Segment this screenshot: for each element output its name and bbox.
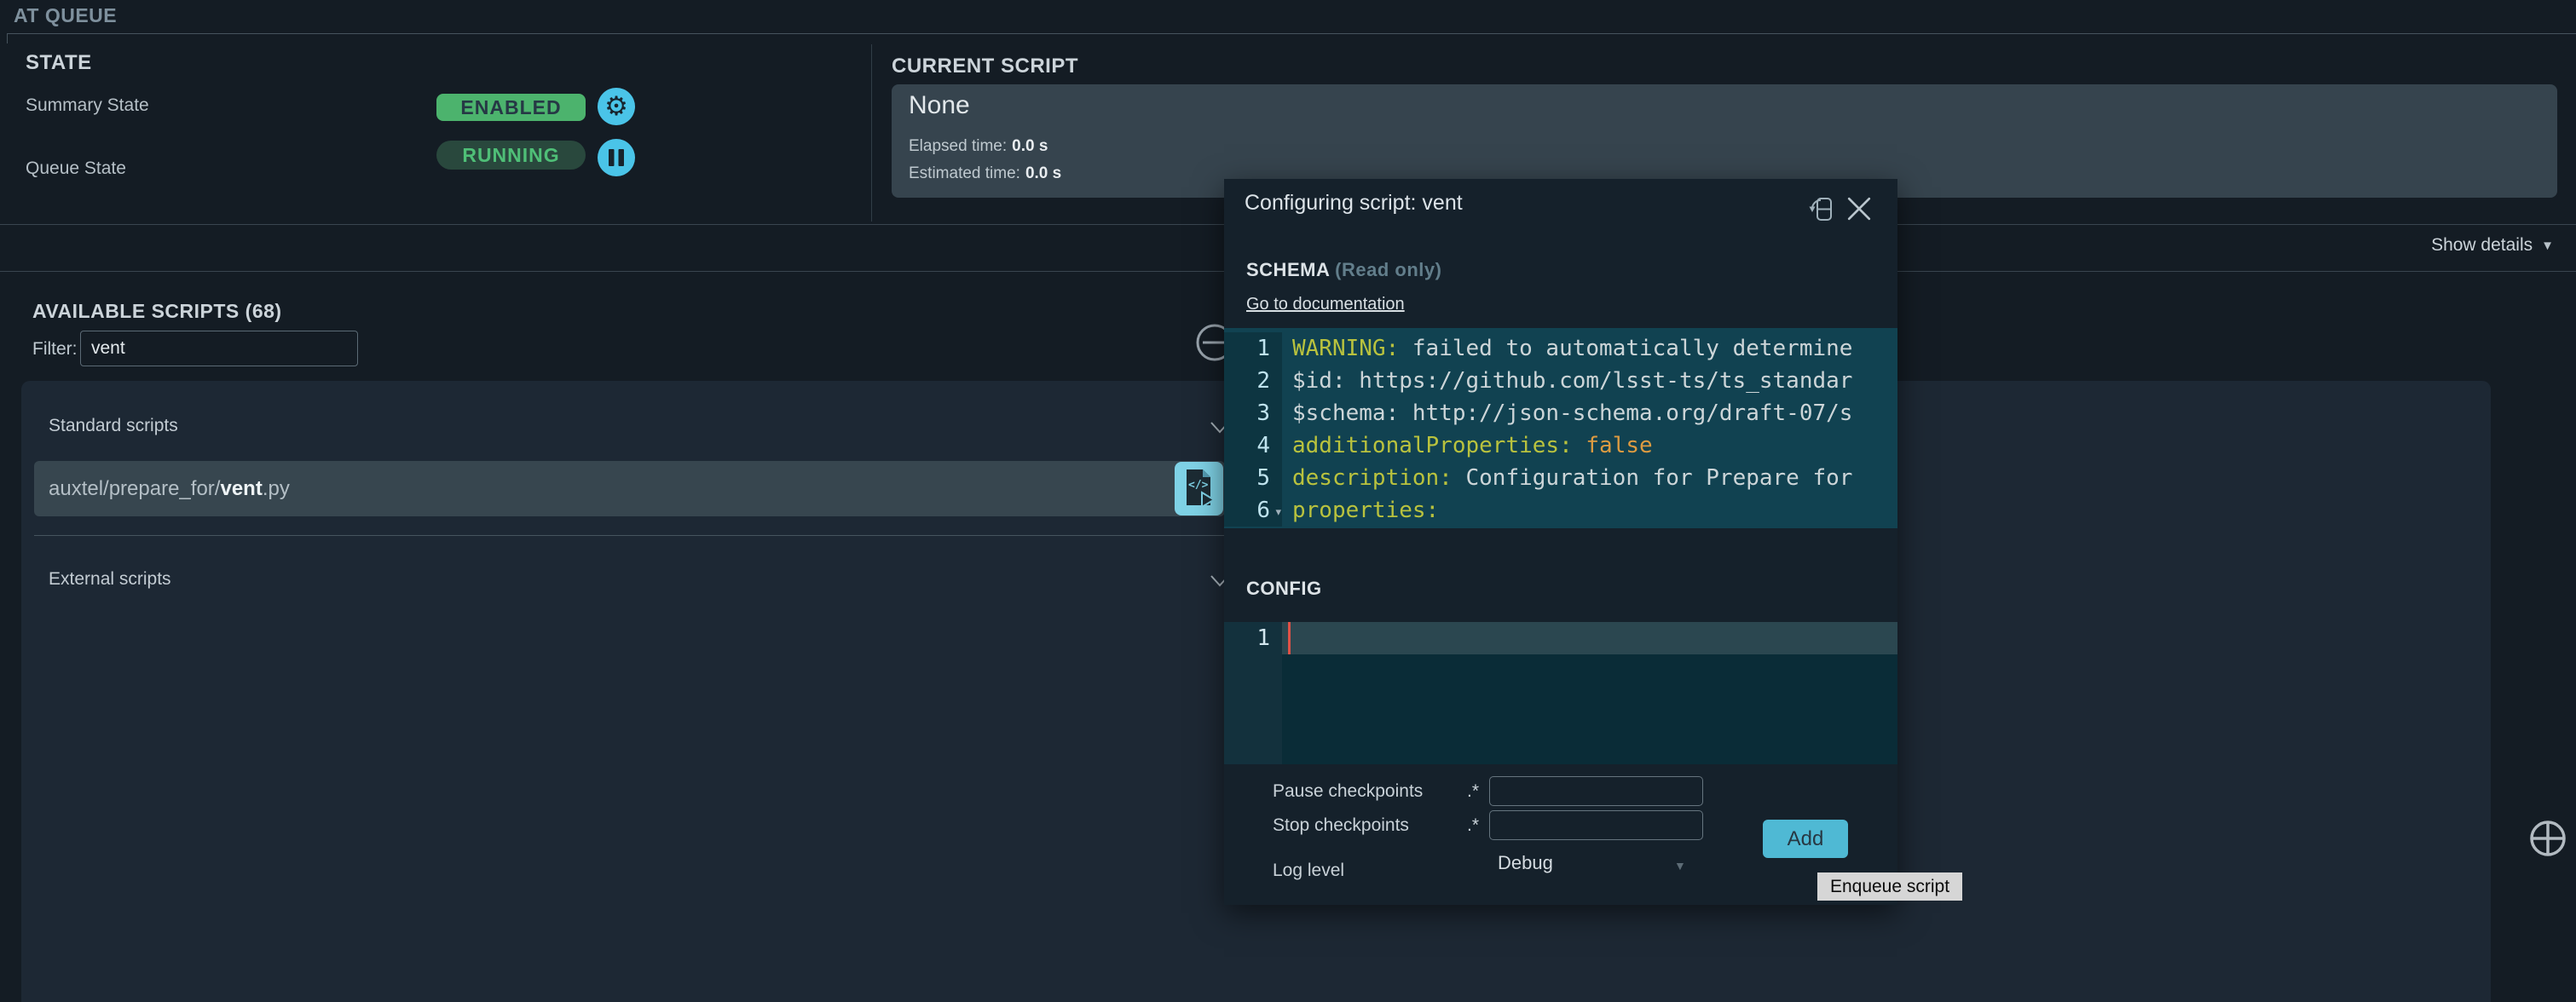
schema-heading: SCHEMA (Read only) bbox=[1246, 259, 1441, 281]
header-rule-corner bbox=[7, 33, 8, 43]
modal-title: Configuring script: vent bbox=[1245, 191, 1463, 216]
summary-state-settings-button[interactable]: ⚙ bbox=[598, 88, 635, 125]
header-rule bbox=[7, 33, 2576, 34]
text-cursor bbox=[1288, 622, 1291, 654]
show-details-toggle[interactable]: Show details ▼ bbox=[2431, 235, 2554, 256]
estimated-time-value: 0.0 s bbox=[1025, 164, 1061, 182]
standard-scripts-header[interactable]: Standard scripts bbox=[49, 416, 178, 436]
elapsed-time-value: 0.0 s bbox=[1012, 137, 1048, 155]
schema-code-line: 4additionalProperties: false bbox=[1224, 429, 1897, 462]
chevron-down-icon: ▼ bbox=[2541, 239, 2554, 253]
filter-label: Filter: bbox=[32, 339, 78, 360]
gear-icon: ⚙ bbox=[604, 94, 628, 120]
svg-text:</>: </> bbox=[1188, 479, 1209, 492]
current-script-heading: CURRENT SCRIPT bbox=[892, 55, 1078, 78]
log-level-label: Log level bbox=[1273, 856, 1344, 885]
schema-code-line: 5description: Configuration for Prepare … bbox=[1224, 462, 1897, 494]
state-heading: STATE bbox=[26, 51, 92, 75]
summary-state-badge: ENABLED bbox=[436, 94, 586, 121]
current-script-name: None bbox=[909, 91, 970, 120]
script-path: auxtel/prepare_for/vent.py bbox=[49, 461, 290, 516]
group-divider bbox=[34, 535, 1227, 536]
schema-code-line: 1WARNING: failed to automatically determ… bbox=[1224, 332, 1897, 365]
page-title: AT QUEUE bbox=[14, 4, 117, 27]
configure-script-modal: Configuring script: vent SCHEMA (Read on… bbox=[1224, 179, 1897, 905]
schema-code-line: 3$schema: http://json-schema.org/draft-0… bbox=[1224, 397, 1897, 429]
configure-script-button[interactable]: </> bbox=[1175, 462, 1223, 515]
enqueue-script-tooltip: Enqueue script bbox=[1817, 872, 1962, 901]
crosshair-icon[interactable] bbox=[2528, 819, 2567, 858]
elapsed-time-row: Elapsed time: 0.0 s bbox=[909, 137, 1048, 156]
schema-code-line: 6▾properties: bbox=[1224, 494, 1897, 527]
at-queue-screen: AT QUEUE STATE Summary State ENABLED ⚙ Q… bbox=[0, 0, 2576, 1002]
dropdown-caret-icon[interactable]: ▼ bbox=[1674, 859, 1686, 872]
state-current-divider bbox=[871, 44, 872, 222]
pause-checkpoints-label: Pause checkpoints bbox=[1273, 777, 1423, 806]
script-path-prefix: auxtel/prepare_for/ bbox=[49, 477, 220, 500]
close-icon[interactable] bbox=[1846, 196, 1872, 222]
pause-checkpoints-input[interactable] bbox=[1489, 776, 1703, 806]
script-path-suffix: .py bbox=[263, 477, 290, 500]
queue-state-label: Queue State bbox=[26, 158, 126, 179]
pause-icon bbox=[605, 147, 627, 168]
schema-heading-text: SCHEMA bbox=[1246, 259, 1330, 280]
schema-code-line: 2$id: https://github.com/lsst-ts/ts_stan… bbox=[1224, 365, 1897, 397]
config-line-number: 1 bbox=[1224, 622, 1270, 654]
add-button[interactable]: Add bbox=[1763, 820, 1848, 858]
script-list-item[interactable]: auxtel/prepare_for/vent.py </> bbox=[34, 461, 1225, 516]
script-path-match: vent bbox=[220, 477, 262, 500]
code-file-icon: </> bbox=[1181, 468, 1218, 510]
stop-checkpoints-label: Stop checkpoints bbox=[1273, 811, 1409, 840]
estimated-time-label: Estimated time: bbox=[909, 164, 1020, 182]
resize-panel-button[interactable] bbox=[1805, 193, 1838, 225]
queue-pause-button[interactable] bbox=[598, 139, 635, 176]
schema-readonly-text: (Read only) bbox=[1330, 259, 1442, 280]
log-level-select[interactable]: Debug bbox=[1498, 852, 1553, 874]
documentation-link[interactable]: Go to documentation bbox=[1246, 295, 1405, 314]
schema-editor-body: 1WARNING: failed to automatically determ… bbox=[1224, 332, 1897, 527]
schema-editor: 1WARNING: failed to automatically determ… bbox=[1224, 328, 1897, 528]
external-scripts-header[interactable]: External scripts bbox=[49, 569, 171, 590]
queue-state-badge: RUNNING bbox=[436, 141, 586, 170]
stop-checkpoints-input[interactable] bbox=[1489, 810, 1703, 840]
config-heading: CONFIG bbox=[1246, 578, 1322, 600]
pause-checkpoints-pattern: .* bbox=[1467, 777, 1479, 806]
estimated-time-row: Estimated time: 0.0 s bbox=[909, 164, 1061, 183]
show-details-label: Show details bbox=[2431, 235, 2533, 256]
config-active-line bbox=[1282, 622, 1897, 654]
summary-state-label: Summary State bbox=[26, 95, 149, 116]
stop-checkpoints-pattern: .* bbox=[1467, 811, 1479, 840]
filter-input[interactable] bbox=[80, 331, 358, 366]
available-scripts-heading: AVAILABLE SCRIPTS (68) bbox=[32, 300, 282, 323]
fold-caret-icon[interactable]: ▾ bbox=[1275, 497, 1281, 528]
elapsed-time-label: Elapsed time: bbox=[909, 137, 1007, 155]
config-editor[interactable]: 1 bbox=[1224, 622, 1897, 764]
